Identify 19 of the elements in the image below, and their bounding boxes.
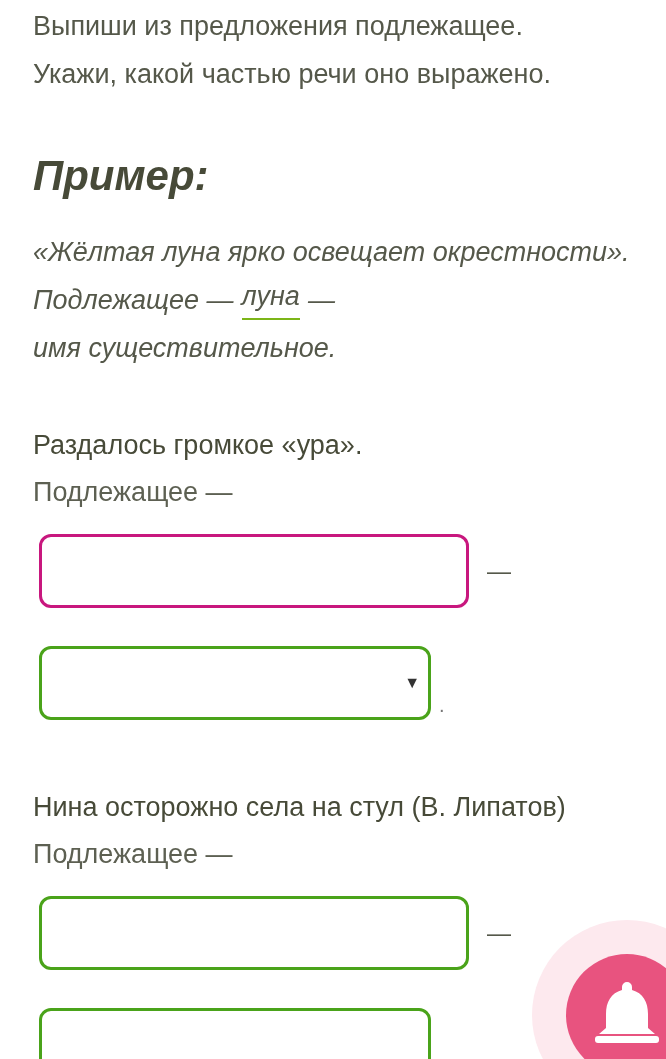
- answer-label: Подлежащее —: [33, 284, 234, 317]
- answer-label: Подлежащее —: [33, 838, 234, 871]
- dash-text: —: [487, 556, 511, 586]
- dash-text: —: [487, 918, 511, 948]
- dash-text: —: [307, 284, 335, 317]
- dropdown-arrow: ▼: [404, 673, 420, 693]
- example-heading: Пример:: [33, 151, 210, 201]
- select-field[interactable]: ▼: [39, 646, 431, 720]
- answer-label: Подлежащее —: [33, 476, 234, 509]
- exercise-sentence: Нина осторожно села на стул (В. Липатов): [33, 791, 567, 824]
- instruction-text: Укажи, какой частью речи оно выражено.: [33, 58, 552, 91]
- input-field[interactable]: [39, 534, 469, 608]
- example-sentence: «Жёлтая луна ярко освещает окрестности».: [33, 236, 631, 269]
- instruction-text: Выпиши из предложения подлежащее.: [33, 10, 524, 43]
- underlined-word: луна: [241, 276, 300, 320]
- input-field[interactable]: [39, 896, 469, 970]
- example-text: имя существительное.: [33, 332, 338, 365]
- exercise-sentence: Раздалось громкое «ура».: [33, 429, 364, 462]
- period-text: .: [439, 693, 445, 718]
